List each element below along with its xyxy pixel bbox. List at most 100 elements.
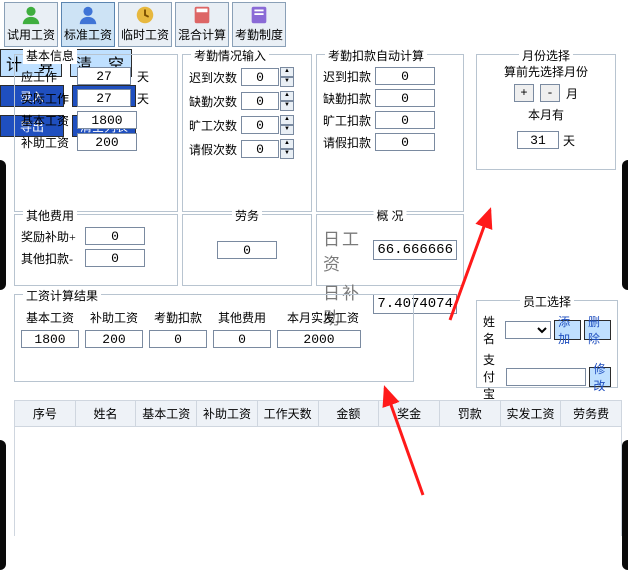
base-salary-input[interactable] bbox=[77, 111, 137, 129]
daily-salary-label: 日工资 bbox=[323, 225, 369, 275]
month-plus-button[interactable]: + bbox=[514, 84, 534, 102]
spin-up-icon[interactable]: ▲ bbox=[280, 67, 294, 77]
awol-deduct-label: 旷工扣款 bbox=[323, 112, 371, 129]
month-box: 月份选择 算前先选择月份 + - 月 本月有 天 bbox=[476, 54, 616, 170]
unit-day: 天 bbox=[137, 90, 149, 107]
should-work-input[interactable] bbox=[77, 67, 131, 85]
month-minus-button[interactable]: - bbox=[540, 84, 560, 102]
month-days-output bbox=[517, 131, 559, 149]
result-base-output bbox=[21, 330, 79, 348]
tab-temp-salary[interactable]: 临时工资 bbox=[118, 2, 172, 47]
late-deduct-label: 迟到扣款 bbox=[323, 68, 371, 85]
other-fee-box: 其他费用 奖励补助+ 其他扣款- bbox=[14, 214, 178, 286]
results-table: 序号 姓名 基本工资 补助工资 工作天数 金额 奖金 罚款 实发工资 劳务费 bbox=[14, 400, 622, 536]
awol-deduct-output bbox=[375, 111, 435, 129]
should-work-label: 应工作 bbox=[21, 68, 73, 85]
legend: 考勤情况输入 bbox=[191, 47, 269, 64]
late-count-label: 迟到次数 bbox=[189, 69, 237, 86]
col-name[interactable]: 姓名 bbox=[76, 401, 137, 426]
leave-count-label: 请假次数 bbox=[189, 141, 237, 158]
tab-attendance-rules[interactable]: 考勤制度 bbox=[232, 2, 286, 47]
legend: 月份选择 bbox=[519, 47, 573, 64]
emp-add-button[interactable]: 添加 bbox=[554, 320, 581, 340]
table-header: 序号 姓名 基本工资 补助工资 工作天数 金额 奖金 罚款 实发工资 劳务费 bbox=[15, 401, 621, 427]
labor-input[interactable] bbox=[217, 241, 277, 259]
allowance-input[interactable] bbox=[77, 133, 137, 151]
employee-box: 员工选择 姓名 添加 删除 支付宝 修改 bbox=[476, 300, 618, 388]
tab-trial-salary[interactable]: 试用工资 bbox=[4, 2, 58, 47]
awol-count-label: 旷工次数 bbox=[189, 117, 237, 134]
bonus-input[interactable] bbox=[85, 227, 145, 245]
month-has-label: 本月有 bbox=[528, 106, 564, 123]
result-box: 工资计算结果 基本工资 补助工资 考勤扣款 其他费用 本月实发工资 bbox=[14, 294, 414, 382]
table-body[interactable] bbox=[15, 427, 621, 537]
absent-count-spinner[interactable]: ▲▼ bbox=[241, 91, 294, 111]
col-penalty[interactable]: 罚款 bbox=[440, 401, 501, 426]
actual-work-label: 实际工作 bbox=[21, 90, 73, 107]
tab-mixed-calc[interactable]: 混合计算 bbox=[175, 2, 229, 47]
unit-month: 月 bbox=[566, 85, 578, 102]
tab-standard-salary[interactable]: 标准工资 bbox=[61, 2, 115, 47]
legend: 概 况 bbox=[373, 207, 406, 224]
leave-deduct-label: 请假扣款 bbox=[323, 134, 371, 151]
emp-alipay-input[interactable] bbox=[506, 368, 586, 386]
tab-label: 考勤制度 bbox=[235, 26, 283, 43]
col-bonus[interactable]: 奖金 bbox=[379, 401, 440, 426]
allowance-label: 补助工资 bbox=[21, 134, 73, 151]
daily-salary-output: 66.666666 bbox=[373, 240, 457, 260]
result-hdr-other: 其他费用 bbox=[213, 309, 271, 326]
other-deduct-input[interactable] bbox=[85, 249, 145, 267]
late-count-spinner[interactable]: ▲▼ bbox=[241, 67, 294, 87]
bonus-label: 奖励补助+ bbox=[21, 228, 81, 245]
awol-count-spinner[interactable]: ▲▼ bbox=[241, 115, 294, 135]
result-hdr-allow: 补助工资 bbox=[85, 309, 143, 326]
col-allow[interactable]: 补助工资 bbox=[197, 401, 258, 426]
emp-name-label: 姓名 bbox=[483, 313, 502, 347]
attendance-auto-box: 考勤扣款自动计算 迟到扣款 缺勤扣款 旷工扣款 请假扣款 bbox=[316, 54, 464, 212]
base-salary-label: 基本工资 bbox=[21, 112, 73, 129]
result-hdr-base: 基本工资 bbox=[21, 309, 79, 326]
unit-day: 天 bbox=[563, 132, 575, 149]
col-index[interactable]: 序号 bbox=[15, 401, 76, 426]
legend: 其他费用 bbox=[23, 207, 77, 224]
spin-down-icon[interactable]: ▼ bbox=[280, 77, 294, 87]
result-hdr-att: 考勤扣款 bbox=[149, 309, 207, 326]
labor-box: 劳务 bbox=[182, 214, 312, 286]
leave-count-spinner[interactable]: ▲▼ bbox=[241, 139, 294, 159]
leave-deduct-output bbox=[375, 133, 435, 151]
col-base[interactable]: 基本工资 bbox=[136, 401, 197, 426]
basic-info-box: 基本信息 应工作 天 实际工作 天 基本工资 补助工资 bbox=[14, 54, 178, 212]
book-icon bbox=[248, 4, 270, 26]
absent-deduct-output bbox=[375, 89, 435, 107]
tab-label: 试用工资 bbox=[7, 26, 55, 43]
emp-name-select[interactable] bbox=[505, 321, 551, 339]
unit-day: 天 bbox=[137, 68, 149, 85]
absent-deduct-label: 缺勤扣款 bbox=[323, 90, 371, 107]
late-deduct-output bbox=[375, 67, 435, 85]
decor-bar bbox=[0, 160, 6, 290]
emp-alipay-label: 支付宝 bbox=[483, 351, 503, 402]
decor-bar bbox=[622, 440, 628, 570]
col-net[interactable]: 实发工资 bbox=[501, 401, 562, 426]
attendance-input-box: 考勤情况输入 迟到次数 ▲▼ 缺勤次数 ▲▼ 旷工次数 ▲▼ 请假次数 ▲▼ bbox=[182, 54, 312, 212]
person-blue-icon bbox=[77, 4, 99, 26]
emp-del-button[interactable]: 删除 bbox=[584, 320, 611, 340]
other-deduct-label: 其他扣款- bbox=[21, 250, 81, 267]
result-net-output bbox=[277, 330, 361, 348]
col-workdays[interactable]: 工作天数 bbox=[258, 401, 319, 426]
tab-label: 临时工资 bbox=[121, 26, 169, 43]
legend: 基本信息 bbox=[23, 47, 77, 64]
tab-label: 标准工资 bbox=[64, 26, 112, 43]
decor-bar bbox=[622, 160, 628, 290]
actual-work-input[interactable] bbox=[77, 89, 131, 107]
col-amount[interactable]: 金额 bbox=[319, 401, 380, 426]
result-hdr-net: 本月实发工资 bbox=[277, 309, 369, 326]
emp-mod-button[interactable]: 修改 bbox=[589, 367, 611, 387]
calc-icon bbox=[191, 4, 213, 26]
absent-count-label: 缺勤次数 bbox=[189, 93, 237, 110]
legend: 员工选择 bbox=[520, 293, 574, 310]
result-att-output bbox=[149, 330, 207, 348]
col-labor[interactable]: 劳务费 bbox=[561, 401, 621, 426]
decor-bar bbox=[0, 440, 6, 570]
person-green-icon bbox=[20, 4, 42, 26]
